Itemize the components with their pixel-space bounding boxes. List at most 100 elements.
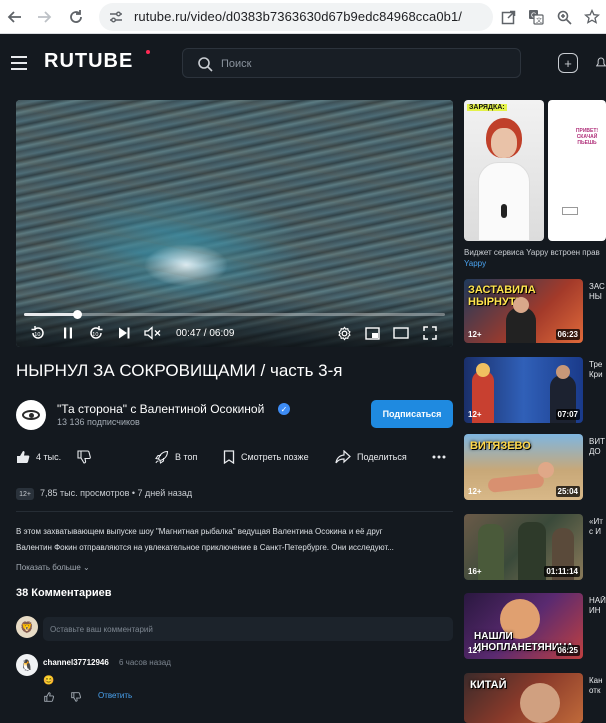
reload-icon[interactable] (65, 6, 87, 28)
subscribe-button[interactable]: Подписаться (371, 400, 453, 428)
yappy-link[interactable]: Yappy (464, 259, 486, 268)
like-count: 4 тыс. (36, 452, 62, 462)
pause-icon[interactable] (59, 324, 77, 342)
dislike-button[interactable] (77, 448, 97, 466)
recommended-title-2[interactable]: Кри (589, 370, 606, 379)
recommended-title-2[interactable]: отк (589, 686, 606, 695)
forward-10-icon[interactable]: 10 (87, 324, 105, 342)
time-display: 00:47 / 06:09 (176, 328, 235, 339)
back-icon[interactable] (4, 6, 26, 28)
recommended-title[interactable]: Кан (589, 676, 606, 685)
recommended-title[interactable]: «Ит (589, 517, 606, 526)
age-badge: 12+ (468, 330, 482, 339)
duration-badge: 06:25 (555, 645, 580, 656)
rewind-10-icon[interactable]: 10 (29, 324, 47, 342)
comment-author-avatar[interactable]: 🐧 (16, 654, 38, 676)
recommended-title[interactable]: НАЙ (589, 596, 606, 605)
recommended-title[interactable]: ЗАС (589, 282, 606, 291)
verified-badge-icon: ✓ (278, 403, 290, 415)
channel-avatar[interactable] (16, 400, 46, 430)
recommended-thumb[interactable]: 16+ 01:11:14 (464, 514, 583, 580)
yappy-caption: Виджет сервиса Yappy встроен прав (464, 248, 600, 257)
more-options-icon[interactable] (432, 448, 452, 466)
logo-dot (146, 50, 150, 54)
svg-text:10: 10 (92, 332, 98, 338)
menu-icon[interactable] (11, 56, 27, 70)
rocket-icon (155, 450, 169, 464)
progress-fill (24, 313, 78, 316)
search-box[interactable] (182, 48, 521, 78)
share-button[interactable]: Поделиться (335, 448, 407, 466)
recommended-thumb[interactable]: ВИТЯЗЕВО 12+ 25:04 (464, 434, 583, 500)
rutube-logo[interactable]: RUTUBE (44, 50, 133, 73)
picture-in-picture-icon[interactable] (363, 324, 381, 342)
recommended-title[interactable]: Тре (589, 360, 606, 369)
description-line: В этом захватывающем выпуске шоу "Магнит… (16, 527, 383, 536)
top-label: В топ (175, 452, 198, 462)
watch-later-button[interactable]: Смотреть позже (223, 448, 309, 466)
top-button[interactable]: В топ (154, 448, 197, 466)
comment-like-icon[interactable] (44, 692, 54, 702)
description-line: Валентин Фокин отправляются на увлекател… (16, 543, 394, 552)
svg-text:10: 10 (34, 332, 40, 338)
notifications-icon[interactable] (596, 53, 606, 73)
yappy-video-card[interactable]: ЗАРЯДКА: (464, 100, 544, 241)
show-more-link[interactable]: Показать больше ⌄ (16, 563, 90, 572)
like-button[interactable]: 4 тыс. (16, 448, 61, 466)
site-settings-icon[interactable] (108, 9, 124, 25)
channel-name[interactable]: "Та сторона" с Валентиной Осокиной (57, 402, 264, 416)
comment-dislike-icon[interactable] (71, 692, 81, 702)
settings-gear-icon[interactable] (335, 324, 353, 342)
browser-toolbar: rutube.ru/video/d0383b7363630d67b9edc849… (0, 0, 606, 34)
views-and-date: 7,85 тыс. просмотров • 7 дней назад (40, 488, 193, 498)
url-text[interactable]: rutube.ru/video/d0383b7363630d67b9edc849… (134, 9, 462, 24)
svg-text:文: 文 (536, 17, 542, 25)
recommended-thumb[interactable]: НАШЛИ ИНОПЛАНЕТЯНИНА 12+ 06:25 (464, 593, 583, 659)
bookmark-star-icon[interactable] (581, 6, 603, 28)
recommended-title[interactable]: ВИТ (589, 437, 606, 446)
progress-bar[interactable] (24, 310, 445, 319)
search-input[interactable] (221, 54, 501, 74)
video-description: В этом захватывающем выпуске шоу "Магнит… (16, 524, 450, 556)
fullscreen-icon[interactable] (421, 324, 439, 342)
translate-icon[interactable]: G文 (525, 6, 547, 28)
recommended-title-2[interactable]: ИН (589, 606, 606, 615)
duration-badge: 07:07 (555, 409, 580, 420)
current-user-avatar[interactable]: 🦁 (16, 616, 38, 638)
recommended-title-2[interactable]: НЫ (589, 292, 606, 301)
age-badge: 12+ (468, 410, 482, 419)
comment-input[interactable] (43, 617, 453, 641)
forward-icon[interactable] (33, 6, 55, 28)
recommended-thumb[interactable]: ЗАСТАВИЛА НЫРНУТЬ 12+ 06:23 (464, 279, 583, 343)
upload-plus-icon[interactable]: + (558, 53, 578, 73)
open-in-app-icon[interactable] (497, 6, 519, 28)
recommended-title-2[interactable]: с И (589, 527, 606, 536)
age-rating-badge: 12+ (16, 488, 34, 500)
subscriber-count: 13 136 подписчиков (57, 417, 140, 427)
thumb-caption: ВИТЯЗЕВО (470, 440, 531, 452)
address-bar[interactable]: rutube.ru/video/d0383b7363630d67b9edc849… (99, 3, 493, 31)
mute-icon[interactable] (144, 324, 162, 342)
recommended-title-2[interactable]: ДО (589, 447, 606, 456)
zoom-icon[interactable] (553, 6, 575, 28)
eye-logo-icon (22, 410, 40, 420)
recommended-thumb[interactable]: КИТАЙ (464, 673, 583, 723)
comments-count: 38 Комментариев (16, 587, 112, 599)
theater-mode-icon[interactable] (392, 324, 410, 342)
video-player[interactable]: 10 10 00:47 / 06:09 (16, 100, 453, 347)
comment-author[interactable]: channel37712946 (43, 658, 109, 667)
duration-badge: 06:23 (555, 329, 580, 340)
share-label: Поделиться (357, 452, 407, 462)
next-video-icon[interactable] (115, 324, 133, 342)
thumbs-down-icon (77, 450, 91, 464)
site-header: RUTUBE + (0, 35, 606, 91)
reply-button[interactable]: Ответить (98, 691, 132, 700)
yappy-video-card-2[interactable]: ПРИВЕТ! СКАЧАЙ ПЬЕШЬ (548, 100, 606, 241)
video-title: НЫРНУЛ ЗА СОКРОВИЩАМИ / часть 3-я (16, 361, 343, 380)
share-arrow-icon (335, 450, 351, 464)
recommended-thumb[interactable]: 12+ 07:07 (464, 357, 583, 423)
watch-later-label: Смотреть позже (241, 452, 309, 462)
age-badge: 12+ (468, 646, 482, 655)
search-icon (198, 57, 213, 72)
yappy-card-2-label: ПРИВЕТ! СКАЧАЙ ПЬЕШЬ (575, 128, 599, 146)
